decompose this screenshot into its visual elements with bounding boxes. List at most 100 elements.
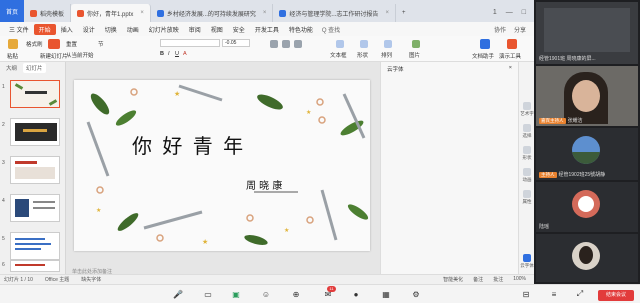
tab-doc-report[interactable]: 经济与管理学院...志工作研讨报告 × xyxy=(273,4,396,22)
menu-developer[interactable]: 开发工具 xyxy=(250,25,284,34)
tab-doc-rural[interactable]: 乡村经济发展...的可持续发展研究 × xyxy=(151,4,274,22)
menu-transition[interactable]: 切换 xyxy=(100,25,122,34)
fullscreen-icon[interactable]: ⤢ xyxy=(574,288,586,300)
participant-tile-video[interactable]: 嘉宾主持人 张耀洁 xyxy=(536,66,638,126)
align-center-icon[interactable] xyxy=(282,40,290,48)
doc-assistant-button[interactable]: 文档助手 xyxy=(472,52,494,60)
sidebar-item-shape[interactable]: 形状 xyxy=(520,146,534,161)
menu-special[interactable]: 特色功能 xyxy=(284,25,318,34)
bold-button[interactable]: B xyxy=(160,51,164,57)
comments-toggle[interactable]: 批注 xyxy=(493,276,503,283)
notes-toggle[interactable]: 备注 xyxy=(473,276,483,283)
settings-icon[interactable]: ⚙ xyxy=(410,288,422,300)
paste-icon[interactable] xyxy=(8,39,18,49)
slide-thumb-2[interactable] xyxy=(10,118,60,146)
sidebar-item-properties[interactable]: 属性 xyxy=(520,190,534,205)
menu-view[interactable]: 视图 xyxy=(206,25,228,34)
sidebar-item-animation[interactable]: 动画 xyxy=(520,168,534,183)
menu-design[interactable]: 设计 xyxy=(78,25,100,34)
menu-slideshow[interactable]: 幻灯片放映 xyxy=(144,25,184,34)
maximize-button[interactable]: □ xyxy=(522,9,526,16)
share-screen-icon[interactable]: ▣ xyxy=(230,288,242,300)
camera-icon[interactable]: ▭ xyxy=(202,288,214,300)
menu-start[interactable]: 开始 xyxy=(33,23,56,35)
slide-thumb-5[interactable] xyxy=(10,232,60,260)
new-slide-button[interactable]: 新建幻灯片 xyxy=(40,52,68,60)
mic-icon[interactable]: 🎤 xyxy=(172,288,184,300)
invite-icon[interactable]: ⊕ xyxy=(290,288,302,300)
new-slide-icon[interactable] xyxy=(48,39,60,49)
arrange-button[interactable]: 排列 xyxy=(381,51,392,59)
slide-thumb-3[interactable] xyxy=(10,156,60,184)
more-icon[interactable]: ≡ xyxy=(548,288,560,300)
window-count[interactable]: 1 xyxy=(493,9,497,16)
close-tab-icon[interactable]: × xyxy=(385,10,389,16)
tab-current-pptx[interactable]: 你好，青年1.pptx × xyxy=(71,4,151,22)
from-current-button[interactable]: 从当前开始 xyxy=(66,51,94,59)
participant-tile-host[interactable]: 主持人 经管1902班25號胡静 xyxy=(536,128,638,180)
doc-assistant-icon[interactable] xyxy=(480,39,490,49)
participants-icon[interactable]: ☺ xyxy=(260,288,272,300)
bullets-icon[interactable] xyxy=(294,40,302,48)
menu-animation[interactable]: 动画 xyxy=(122,25,144,34)
section-button[interactable]: 节 xyxy=(98,40,104,48)
tab-label: 乡村经济发展...的可持续发展研究 xyxy=(166,11,256,18)
participant-tile-5[interactable] xyxy=(536,234,638,282)
slide-thumb-6[interactable] xyxy=(10,260,60,272)
picture-button[interactable]: 图片 xyxy=(409,51,420,59)
font-color-button[interactable]: A xyxy=(183,51,187,57)
italic-button[interactable]: I xyxy=(168,51,170,57)
text-box-icon[interactable] xyxy=(336,40,344,48)
font-size-field[interactable]: -0.05 xyxy=(222,39,250,47)
format-painter-button[interactable]: 格式刷 xyxy=(26,40,43,48)
tab-slides[interactable]: 幻灯片 xyxy=(23,63,46,73)
sidebar-item-art-text[interactable]: 艺术字 xyxy=(520,102,534,117)
presentation-tool-button[interactable]: 演示工具 xyxy=(499,52,521,60)
search-button[interactable]: Q 查找 xyxy=(322,25,340,34)
underline-button[interactable]: U xyxy=(175,51,179,57)
menu-file[interactable]: 三 文件 xyxy=(4,25,34,34)
apps-icon[interactable]: ▦ xyxy=(380,288,392,300)
current-slide[interactable]: ★ ★ ★ ★ ★ 你 好 青 年 周 晓 康 xyxy=(74,80,370,251)
arrange-icon[interactable] xyxy=(384,40,392,48)
shape-icon[interactable] xyxy=(360,40,368,48)
shape-button[interactable]: 形状 xyxy=(357,51,368,59)
text-box-button[interactable]: 文本框 xyxy=(330,51,347,59)
home-tab[interactable]: 首页 xyxy=(0,0,24,22)
participant-tile-screen-share[interactable]: 经管1901班 周晓康的屏... xyxy=(536,2,638,64)
zoom-level[interactable]: 100% xyxy=(513,276,526,283)
tab-outline[interactable]: 大纲 xyxy=(6,64,17,72)
end-meeting-button[interactable]: 结束会议 xyxy=(598,290,634,301)
align-left-icon[interactable] xyxy=(270,40,278,48)
right-task-sidebar: 艺术字 选择 形状 动画 属性 云字体 xyxy=(518,62,534,274)
sidebar-item-cloud-font[interactable]: 云字体 xyxy=(520,254,534,269)
sidebar-item-select[interactable]: 选择 xyxy=(520,124,534,139)
collab-button[interactable]: 协作 xyxy=(494,25,506,34)
reset-button[interactable]: 重置 xyxy=(66,40,77,48)
font-name-field[interactable] xyxy=(160,39,220,47)
close-tab-icon[interactable]: × xyxy=(140,10,144,16)
close-panel-icon[interactable]: × xyxy=(509,65,512,71)
menu-insert[interactable]: 插入 xyxy=(56,25,78,34)
tab-templates[interactable]: 稻壳模板 xyxy=(24,4,72,22)
layout-icon[interactable]: ⊟ xyxy=(520,288,532,300)
picture-icon[interactable] xyxy=(412,40,420,48)
role-badge: 主持人 xyxy=(539,171,557,178)
paste-button[interactable]: 粘贴 xyxy=(7,52,18,60)
close-tab-icon[interactable]: × xyxy=(263,10,267,16)
missing-font-button[interactable]: 缺失字体 xyxy=(81,276,101,283)
slide-title[interactable]: 你 好 青 年 xyxy=(132,130,332,159)
slide-author[interactable]: 周 晓 康 xyxy=(246,177,282,192)
participant-tile-guest[interactable]: 陆瑶 xyxy=(536,182,638,232)
slide-thumb-4[interactable] xyxy=(10,194,60,222)
thumb-number: 2 xyxy=(2,122,5,128)
smart-beautify-button[interactable]: 智能美化 xyxy=(443,276,463,283)
record-icon[interactable]: ● xyxy=(350,288,362,300)
menu-security[interactable]: 安全 xyxy=(228,25,250,34)
slide-thumb-1[interactable] xyxy=(10,80,60,108)
share-button[interactable]: 分享 xyxy=(514,25,526,34)
minimize-button[interactable]: — xyxy=(506,9,513,16)
new-tab-button[interactable]: + xyxy=(396,4,412,22)
presentation-tool-icon[interactable] xyxy=(507,39,517,49)
menu-review[interactable]: 审阅 xyxy=(184,25,206,34)
